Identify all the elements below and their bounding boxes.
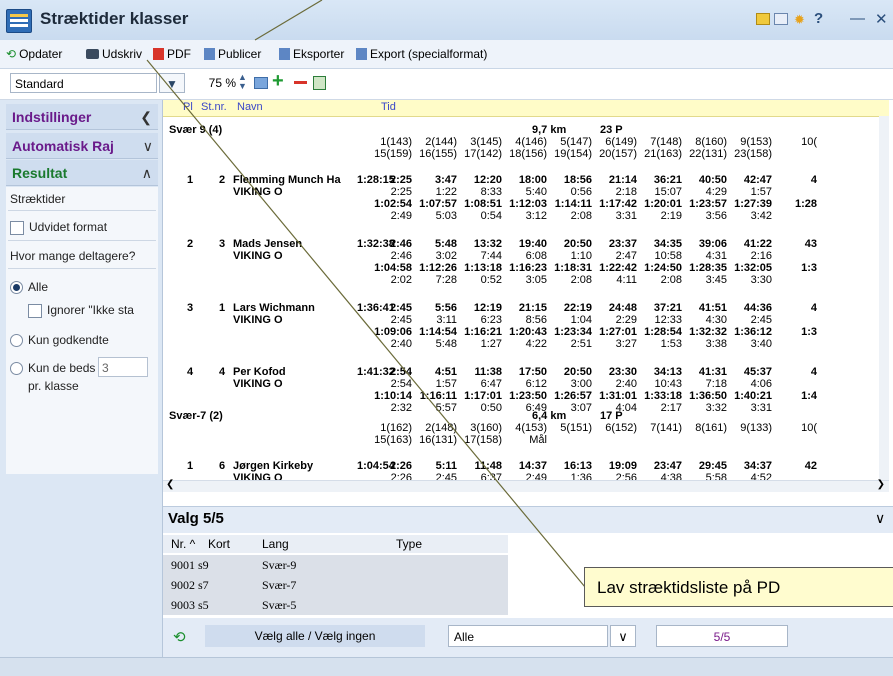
pointer-line xyxy=(146,59,586,588)
tooltip: Lav stræktidsliste på PD xyxy=(584,567,893,607)
pointer-line xyxy=(254,0,323,41)
